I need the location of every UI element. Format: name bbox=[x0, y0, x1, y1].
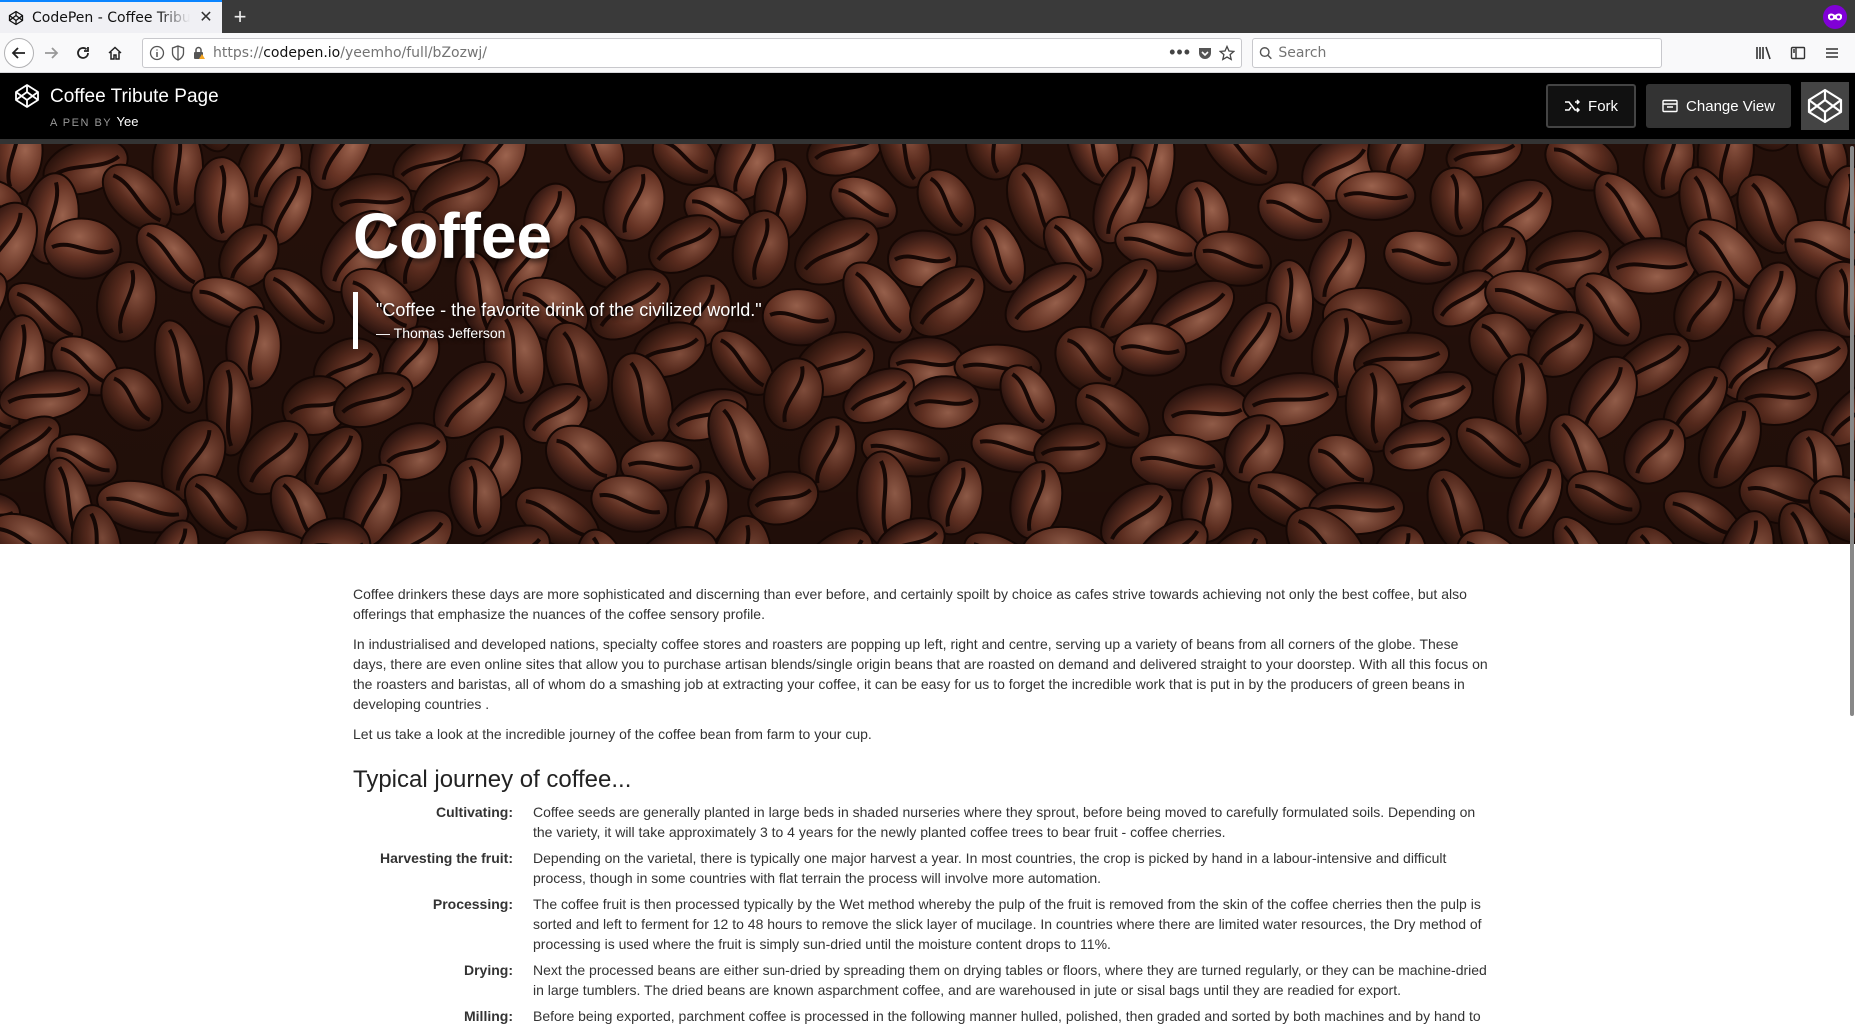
sidebar-icon bbox=[1790, 46, 1806, 59]
step-desc-drying: Next the processed beans are either sun-… bbox=[533, 962, 1487, 998]
reload-button[interactable] bbox=[68, 38, 98, 68]
search-bar[interactable] bbox=[1252, 37, 1662, 68]
sidebar-button[interactable] bbox=[1783, 38, 1813, 68]
menu-button[interactable] bbox=[1817, 38, 1847, 68]
page-actions-icon[interactable]: ••• bbox=[1169, 42, 1191, 63]
codepen-logo-icon[interactable] bbox=[14, 83, 40, 109]
arrow-left-icon bbox=[11, 46, 25, 59]
reload-icon bbox=[77, 46, 89, 59]
hero-title: Coffee bbox=[353, 200, 553, 272]
change-view-label: Change View bbox=[1686, 97, 1775, 115]
hero-quote: "Coffee - the favorite drink of the civi… bbox=[353, 292, 762, 349]
bookmark-star-icon bbox=[1219, 44, 1235, 61]
tab-title: CodePen - Coffee Tribute Page bbox=[32, 9, 190, 26]
step-desc-cultivating: Coffee seeds are generally planted in la… bbox=[533, 804, 1476, 840]
intro-paragraph-1: Coffee drinkers these days are more soph… bbox=[353, 586, 1467, 622]
intro-paragraph-2: In industrialised and developed nations,… bbox=[353, 636, 1488, 712]
step-term-milling: Milling: bbox=[464, 1008, 513, 1024]
shield-icon bbox=[171, 44, 185, 61]
browser-navbar: https://codepen.io/yeemho/full/bZozwj/ •… bbox=[0, 33, 1855, 73]
step-term-harvesting: Harvesting the fruit: bbox=[379, 850, 513, 866]
home-icon bbox=[108, 45, 122, 60]
journey-heading: Typical journey of coffee... bbox=[353, 766, 632, 793]
step-desc-harvesting: Depending on the varietal, there is typi… bbox=[533, 850, 1447, 886]
main-content: Coffee drinkers these days are more soph… bbox=[353, 544, 1493, 1028]
pen-title: Coffee Tribute Page bbox=[50, 85, 219, 107]
pocket-icon bbox=[1199, 47, 1211, 59]
avatar-logo-icon bbox=[1807, 88, 1843, 124]
change-view-button[interactable]: Change View bbox=[1646, 84, 1791, 128]
private-browsing-icon bbox=[1823, 5, 1847, 29]
close-tab-icon[interactable]: ✕ bbox=[198, 9, 214, 26]
layout-icon bbox=[1662, 99, 1678, 113]
scrollbar-thumb[interactable] bbox=[1850, 146, 1854, 716]
codepen-favicon-icon bbox=[8, 10, 24, 26]
info-icon bbox=[149, 45, 165, 60]
library-icon bbox=[1756, 46, 1771, 59]
step-term-drying: Drying: bbox=[464, 962, 513, 978]
home-button[interactable] bbox=[100, 38, 130, 68]
fork-icon bbox=[1565, 99, 1581, 113]
search-icon bbox=[1259, 46, 1272, 59]
lock-warning-icon bbox=[194, 46, 205, 59]
new-tab-icon[interactable]: + bbox=[222, 0, 258, 33]
url-bar[interactable]: https://codepen.io/yeemho/full/bZozwj/ •… bbox=[142, 37, 1242, 68]
quote-text: "Coffee - the favorite drink of the civi… bbox=[376, 300, 762, 320]
pen-author-link[interactable]: Yee bbox=[117, 114, 139, 129]
forward-button[interactable] bbox=[36, 38, 66, 68]
url-text[interactable]: https://codepen.io/yeemho/full/bZozwj/ bbox=[213, 45, 1163, 61]
step-term-cultivating: Cultivating: bbox=[436, 804, 513, 820]
page-scrollbar[interactable] bbox=[1847, 144, 1855, 1028]
browser-tab[interactable]: CodePen - Coffee Tribute Page ✕ bbox=[0, 0, 222, 33]
intro-paragraph-3: Let us take a look at the incredible jou… bbox=[353, 726, 872, 742]
hamburger-menu-icon bbox=[1826, 47, 1838, 58]
arrow-right-icon bbox=[45, 46, 59, 59]
fork-button[interactable]: Fork bbox=[1546, 84, 1637, 128]
user-avatar[interactable] bbox=[1801, 82, 1849, 130]
pen-byline: A PEN BY Yee bbox=[50, 113, 139, 129]
codepen-header: Coffee Tribute Page A PEN BY Yee Fork Ch… bbox=[0, 73, 1855, 139]
step-desc-processing: The coffee fruit is then processed typic… bbox=[533, 896, 1482, 952]
page-viewport: Coffee "Coffee - the favorite drink of t… bbox=[0, 144, 1855, 1028]
back-button[interactable] bbox=[4, 37, 34, 68]
quote-attribution: — Thomas Jefferson bbox=[376, 325, 506, 341]
search-input[interactable] bbox=[1278, 44, 1655, 61]
fork-label: Fork bbox=[1588, 97, 1619, 115]
library-button[interactable] bbox=[1749, 38, 1779, 68]
browser-tabbar: CodePen - Coffee Tribute Page ✕ + bbox=[0, 0, 1855, 33]
hero-banner: Coffee "Coffee - the favorite drink of t… bbox=[0, 144, 1855, 544]
coffee-beans-background bbox=[0, 144, 1855, 544]
journey-list: Cultivating: Coffee seeds are generally … bbox=[353, 802, 1493, 1028]
step-desc-milling: Before being exported, parchment coffee … bbox=[533, 1008, 1481, 1024]
step-term-processing: Processing: bbox=[432, 896, 513, 912]
